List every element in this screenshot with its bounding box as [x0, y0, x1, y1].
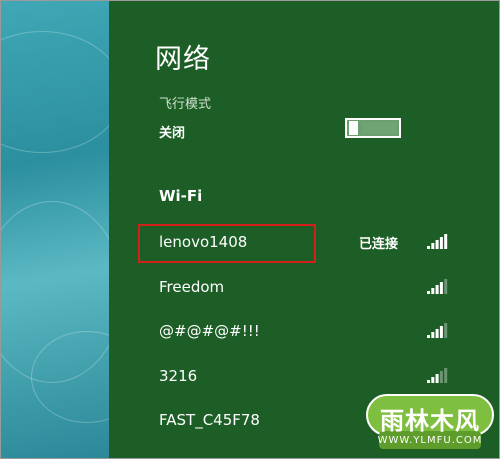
- signal-bar: [444, 323, 448, 338]
- signal-bar: [431, 243, 435, 249]
- wifi-signal-icon: [427, 323, 448, 338]
- watermark-url: WWW.YLMFU.COM: [377, 435, 483, 446]
- signal-bar: [439, 326, 443, 338]
- network-name: @#@#@#!!!: [159, 322, 260, 340]
- watermark-text: 雨林木风: [380, 407, 480, 435]
- network-name: FAST_C45F78: [159, 411, 260, 429]
- signal-bar: [435, 284, 439, 294]
- signal-bar: [435, 240, 439, 249]
- signal-bar: [444, 278, 448, 294]
- pane-title: 网络: [155, 44, 211, 75]
- desktop-background: [1, 1, 143, 458]
- signal-bar: [444, 367, 448, 383]
- signal-bar: [427, 246, 430, 249]
- signal-bar: [439, 281, 443, 294]
- airplane-mode-label: 飞行模式: [159, 97, 212, 112]
- network-name: 3216: [159, 366, 198, 385]
- signal-bar: [427, 290, 430, 294]
- signal-bar: [431, 332, 435, 338]
- signal-bar: [435, 373, 439, 383]
- desktop-ripple: [1, 31, 123, 153]
- network-name: lenovo1408: [159, 233, 248, 251]
- watermark-logo: 雨林木风 WWW.YLMFU.COM: [365, 391, 495, 455]
- network-name: Freedom: [159, 277, 225, 296]
- signal-bar: [427, 379, 430, 383]
- network-item[interactable]: @#@#@#!!!: [109, 312, 499, 352]
- screenshot-frame: 网络 飞行模式 关闭 Wi-Fi lenovo1408 已连接 Freedom @#@…: [0, 0, 500, 459]
- signal-bar: [439, 370, 443, 383]
- signal-bar: [431, 376, 435, 383]
- signal-bar: [444, 234, 448, 249]
- airplane-mode-state: 关闭: [159, 126, 186, 141]
- network-pane: 网络 飞行模式 关闭 Wi-Fi lenovo1408 已连接 Freedom @#@…: [109, 1, 499, 458]
- signal-bar: [431, 287, 435, 294]
- wifi-signal-icon: [427, 278, 448, 294]
- toggle-track: [362, 122, 397, 134]
- toggle-knob[interactable]: [349, 121, 358, 135]
- signal-bar: [435, 329, 439, 338]
- airplane-mode-toggle[interactable]: [345, 118, 401, 138]
- network-item[interactable]: Freedom: [109, 268, 499, 308]
- signal-bar: [439, 237, 443, 249]
- wifi-heading: Wi-Fi: [159, 187, 203, 205]
- signal-bar: [427, 335, 430, 338]
- wifi-signal-icon: [427, 234, 448, 249]
- wifi-signal-icon: [427, 367, 448, 383]
- network-status: 已连接: [359, 237, 399, 252]
- network-item[interactable]: lenovo1408 已连接: [109, 223, 499, 263]
